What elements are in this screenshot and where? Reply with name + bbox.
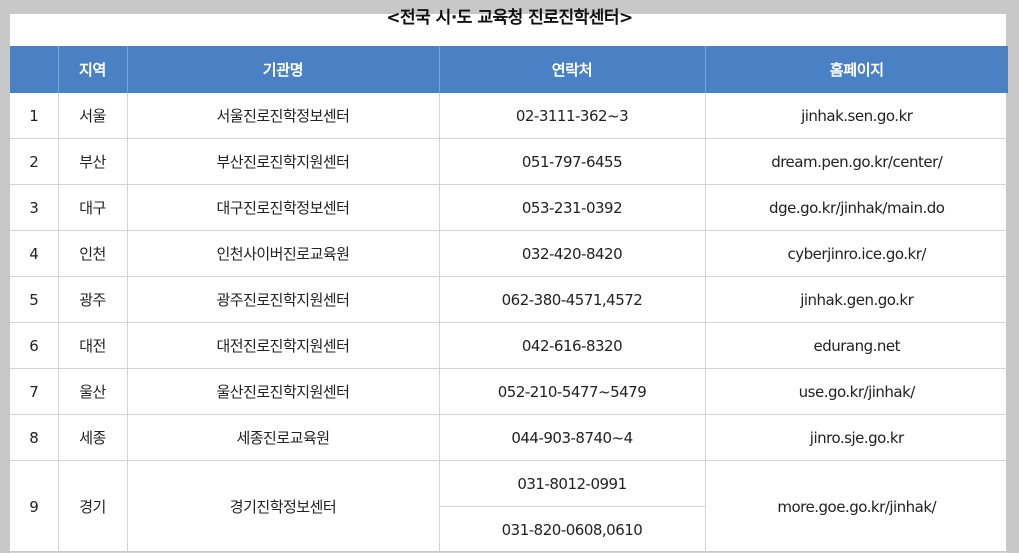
region-cell: 부산 <box>57 138 128 185</box>
row-number: 3 <box>10 184 59 231</box>
homepage-cell: cyberjinro.ice.go.kr/ <box>704 230 1008 277</box>
region-cell: 대구 <box>57 184 128 231</box>
region-cell: 세종 <box>57 414 128 461</box>
phone-cell: 042-616-8320 <box>438 322 706 369</box>
header-region: 지역 <box>57 46 128 93</box>
header-phone: 연락처 <box>438 46 706 93</box>
row-number: 5 <box>10 276 59 323</box>
center-table: 지역 기관명 연락처 홈페이지 1 서울 서울진로진학정보센터 02-3111-… <box>10 46 1008 553</box>
header-homepage: 홈페이지 <box>704 46 1008 93</box>
phone-cell: 052-210-5477~5479 <box>438 368 706 415</box>
org-cell: 세종진로교육원 <box>126 414 440 461</box>
row-number: 9 <box>10 460 59 553</box>
org-cell: 울산진로진학지원센터 <box>126 368 440 415</box>
org-cell: 대구진로진학정보센터 <box>126 184 440 231</box>
header-no <box>10 46 59 93</box>
region-cell: 인천 <box>57 230 128 277</box>
table-header-row: 지역 기관명 연락처 홈페이지 <box>10 46 1008 93</box>
table-row: 1 서울 서울진로진학정보센터 02-3111-362~3 jinhak.sen… <box>10 93 1008 139</box>
org-cell: 경기진학정보센터 <box>126 460 440 553</box>
phone-cell: 062-380-4571,4572 <box>438 276 706 323</box>
org-cell: 대전진로진학지원센터 <box>126 322 440 369</box>
region-cell: 광주 <box>57 276 128 323</box>
region-cell: 울산 <box>57 368 128 415</box>
header-org: 기관명 <box>126 46 440 93</box>
phone-cell: 053-231-0392 <box>438 184 706 231</box>
homepage-cell: jinhak.gen.go.kr <box>704 276 1008 323</box>
table-row: 6 대전 대전진로진학지원센터 042-616-8320 edurang.net <box>10 322 1008 369</box>
homepage-cell: use.go.kr/jinhak/ <box>704 368 1008 415</box>
homepage-cell: dream.pen.go.kr/center/ <box>704 138 1008 185</box>
region-cell: 경기 <box>57 460 128 553</box>
phone-cell: 051-797-6455 <box>438 138 706 185</box>
org-cell: 부산진로진학지원센터 <box>126 138 440 185</box>
org-cell: 서울진로진학정보센터 <box>126 93 440 139</box>
homepage-cell: dge.go.kr/jinhak/main.do <box>704 184 1008 231</box>
region-cell: 서울 <box>57 93 128 139</box>
table-row: 3 대구 대구진로진학정보센터 053-231-0392 dge.go.kr/j… <box>10 184 1008 231</box>
homepage-cell: more.goe.go.kr/jinhak/ <box>704 460 1008 553</box>
homepage-cell: jinro.sje.go.kr <box>704 414 1008 461</box>
table-row: 7 울산 울산진로진학지원센터 052-210-5477~5479 use.go… <box>10 368 1008 415</box>
table-row: 4 인천 인천사이버진로교육원 032-420-8420 cyberjinro.… <box>10 230 1008 277</box>
phone-cell: 031-820-0608,0610 <box>439 506 705 553</box>
table-row: 2 부산 부산진로진학지원센터 051-797-6455 dream.pen.g… <box>10 138 1008 185</box>
table-row: 8 세종 세종진로교육원 044-903-8740~4 jinro.sje.go… <box>10 414 1008 461</box>
table-row: 9 경기 경기진학정보센터 031-8012-0991 more.goe.go.… <box>10 460 1008 553</box>
org-cell: 인천사이버진로교육원 <box>126 230 440 277</box>
phone-cell: 044-903-8740~4 <box>438 414 706 461</box>
row-number: 6 <box>10 322 59 369</box>
homepage-cell: jinhak.sen.go.kr <box>704 93 1008 139</box>
org-cell: 광주진로진학지원센터 <box>126 276 440 323</box>
row-number: 2 <box>10 138 59 185</box>
phone-cell: 032-420-8420 <box>438 230 706 277</box>
page-title: <전국 시·도 교육청 진로진학센터> <box>386 8 633 28</box>
phone-cell: 031-8012-0991 <box>438 460 706 507</box>
homepage-cell: edurang.net <box>704 322 1008 369</box>
phone-cell: 02-3111-362~3 <box>438 93 706 139</box>
row-number: 4 <box>10 230 59 277</box>
table-row: 5 광주 광주진로진학지원센터 062-380-4571,4572 jinhak… <box>10 276 1008 323</box>
row-number: 1 <box>10 93 59 139</box>
region-cell: 대전 <box>57 322 128 369</box>
row-number: 7 <box>10 368 59 415</box>
row-number: 8 <box>10 414 59 461</box>
